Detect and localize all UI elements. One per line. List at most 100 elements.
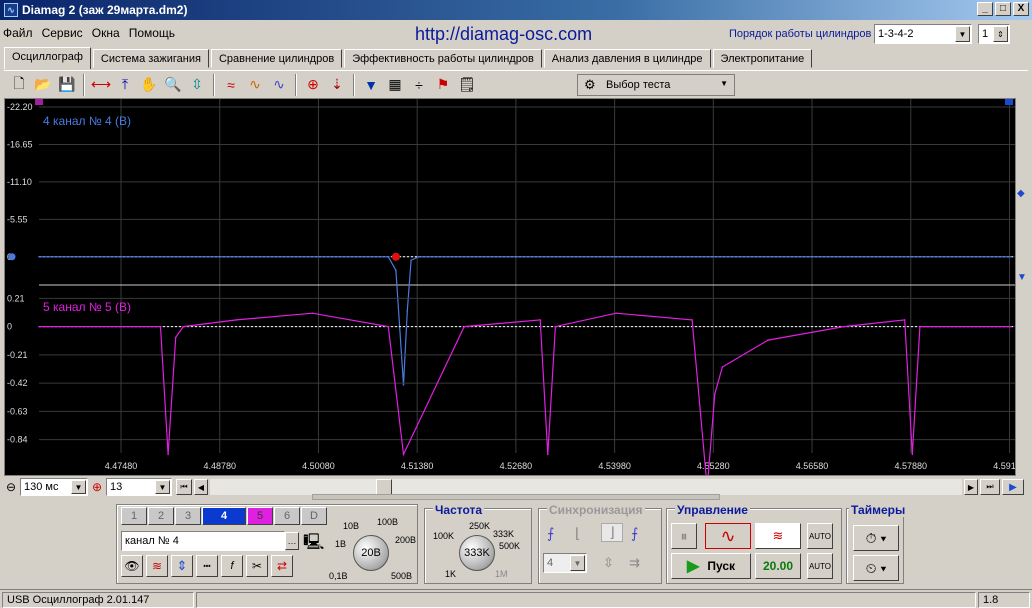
zoom-out-icon[interactable]: ⊖	[6, 480, 16, 494]
dotted-line-icon[interactable]: ┅	[196, 555, 218, 577]
time-div-select[interactable]: 130 мс ▼	[20, 478, 88, 496]
oscilloscope-display[interactable]: 4.47480 4.48780 4.50080 4.51380 4.52680 4.539…	[4, 98, 1026, 489]
sync-edge-down-icon[interactable]: ⌋	[601, 523, 623, 542]
split-icon[interactable]: ÷	[408, 74, 430, 96]
tab-pressure-analysis[interactable]: Анализ давления в цилиндре	[543, 49, 711, 68]
pause-button[interactable]: ⏸	[671, 523, 697, 549]
tab-cylinder-efficiency[interactable]: Эффективность работы цилиндров	[344, 49, 542, 68]
notes-icon[interactable]: 🗒	[456, 74, 478, 96]
zoom-value: 13	[110, 481, 123, 493]
last-page-button[interactable]: ⏭	[980, 479, 1000, 495]
record-time-button[interactable]: 20.00	[755, 553, 801, 579]
channel-5-button[interactable]: 5	[247, 507, 273, 525]
tab-oscilloscope[interactable]: Осциллограф	[4, 47, 91, 69]
tab-cylinder-compare[interactable]: Сравнение цилиндров	[210, 49, 343, 68]
menu-file[interactable]: Файл	[0, 21, 36, 45]
fit-icon[interactable]: ⇳	[186, 74, 208, 96]
channel-d-button[interactable]: D	[301, 507, 327, 525]
channel-2-button[interactable]: 2	[148, 507, 174, 525]
flag-icon[interactable]: ⚑	[432, 74, 454, 96]
tools-icon[interactable]: ✂	[246, 555, 268, 577]
timer-2-button[interactable]: ⏲ ▾	[853, 555, 899, 581]
sync-edge-up-icon[interactable]: ⌊	[575, 525, 580, 542]
series-point	[159, 325, 162, 328]
cylinder-number-spinner[interactable]: 1 ⇕	[978, 24, 1010, 44]
minimize-button[interactable]: _	[977, 2, 993, 16]
sine-mode-button[interactable]: ∿	[705, 523, 751, 549]
auto-record-button[interactable]: AUTO	[807, 553, 833, 579]
chevron-down-icon: ▼	[955, 26, 970, 42]
freq-label-1k: 1K	[445, 569, 457, 579]
channel-name-field[interactable]: канал № 4	[121, 531, 285, 551]
control-group: Управление ⏸ ∿ ≋ AUTO ▶ Пуск 20.00 AUTO	[666, 503, 842, 584]
channel-1-button[interactable]: 1	[121, 507, 147, 525]
eye-icon[interactable]: 👁	[121, 555, 143, 577]
zoom-select[interactable]: 13 ▼	[106, 478, 172, 496]
swap-icon[interactable]: ⇄	[271, 555, 293, 577]
table-icon[interactable]: ▦	[384, 74, 406, 96]
y-tick-label: 0.21	[7, 293, 25, 303]
save-icon[interactable]: 💾	[56, 74, 78, 96]
measure-tool-icon[interactable]: ⤒	[114, 74, 136, 96]
status-message	[196, 592, 976, 608]
prev-button[interactable]: ◀	[194, 479, 208, 495]
sync-auto-icon[interactable]: ⨍	[631, 525, 638, 542]
open-folder-icon[interactable]: 📂	[32, 74, 54, 96]
right-marker-bar[interactable]: ◆ ▼	[1016, 98, 1028, 476]
menu-windows[interactable]: Окна	[89, 21, 123, 45]
menu-help[interactable]: Помощь	[126, 21, 178, 45]
filter-wave-icon[interactable]: ≋	[146, 555, 168, 577]
filter-icon[interactable]: ≈	[220, 74, 242, 96]
tab-ignition[interactable]: Система зажигания	[92, 49, 209, 68]
chevron-down-icon: ▼	[720, 79, 728, 88]
close-button[interactable]: X	[1013, 2, 1029, 16]
freq-label-500k: 500K	[499, 541, 521, 551]
first-page-button[interactable]: ⏮	[176, 479, 192, 495]
channel-3-button[interactable]: 3	[175, 507, 201, 525]
channel-4-button[interactable]: 4	[202, 507, 246, 525]
computer-icon[interactable]: 🖳	[303, 531, 324, 558]
auto-button[interactable]: AUTO	[807, 523, 833, 549]
hand-tool-icon[interactable]: ✋	[138, 74, 160, 96]
cursor-tool-icon[interactable]: ⟷	[90, 74, 112, 96]
channel-6-button[interactable]: 6	[274, 507, 300, 525]
series-point	[546, 453, 549, 456]
scroll-thumb[interactable]	[376, 479, 392, 495]
chevron-down-icon: ▼	[155, 480, 170, 494]
sync-channel-select[interactable]: 4 ▼	[543, 553, 587, 573]
sync-rising-icon[interactable]: ⨍	[547, 525, 554, 542]
frequency-knob[interactable]: 333K	[459, 535, 495, 571]
channel4-marker-icon[interactable]: ◆	[1017, 188, 1025, 199]
funnel-icon[interactable]: ▼	[360, 74, 382, 96]
start-button[interactable]: ▶ Пуск	[671, 553, 751, 579]
cylinder-order-select[interactable]: 1-3-4-2 ▼	[874, 24, 972, 44]
noise-mode-button[interactable]: ≋	[755, 523, 801, 549]
y-tick-label: 0	[7, 322, 12, 332]
trigger-point	[391, 252, 400, 261]
maximize-button[interactable]: □	[995, 2, 1011, 16]
function-icon[interactable]: f	[221, 555, 243, 577]
zoom-icon[interactable]: 🔍	[162, 74, 184, 96]
wave-icon[interactable]: ∿	[268, 74, 290, 96]
voltage-knob-dial[interactable]: 20В	[353, 535, 389, 571]
website-link[interactable]: http://diamag-osc.com	[415, 24, 592, 45]
zero-icon[interactable]: ⇣	[326, 74, 348, 96]
overlay-icon[interactable]: ∿	[244, 74, 266, 96]
test-select[interactable]: ⚙ Выбор теста ▼	[577, 74, 735, 96]
auto-scale-icon[interactable]: ⊕	[302, 74, 324, 96]
vertical-move-icon[interactable]: ⇕	[171, 555, 193, 577]
channel4-limit-icon[interactable]: ▼	[1017, 272, 1027, 283]
tab-power[interactable]: Электропитание	[712, 49, 813, 68]
sync-level-icon[interactable]: ⇳	[603, 555, 614, 571]
voltage-knob[interactable]: 10В 100В 1В 200В 0,1В 500В 20В	[329, 517, 417, 583]
time-scrollbar[interactable]	[210, 479, 962, 495]
menu-service[interactable]: Сервис	[39, 21, 86, 45]
scope-chart[interactable]: 4.47480 4.48780 4.50080 4.51380 4.52680 4.539…	[5, 99, 1026, 489]
new-file-icon[interactable]: 🗋	[8, 74, 30, 96]
channel-name-button[interactable]: …	[285, 532, 299, 550]
next-button[interactable]: ▶	[964, 479, 978, 495]
play-scroll-button[interactable]: ▶	[1002, 479, 1024, 495]
sync-shift-icon[interactable]: ⇉	[629, 555, 640, 571]
timer-1-button[interactable]: ⏱ ▾	[853, 525, 899, 551]
zoom-in-icon[interactable]: ⊕	[92, 480, 102, 494]
